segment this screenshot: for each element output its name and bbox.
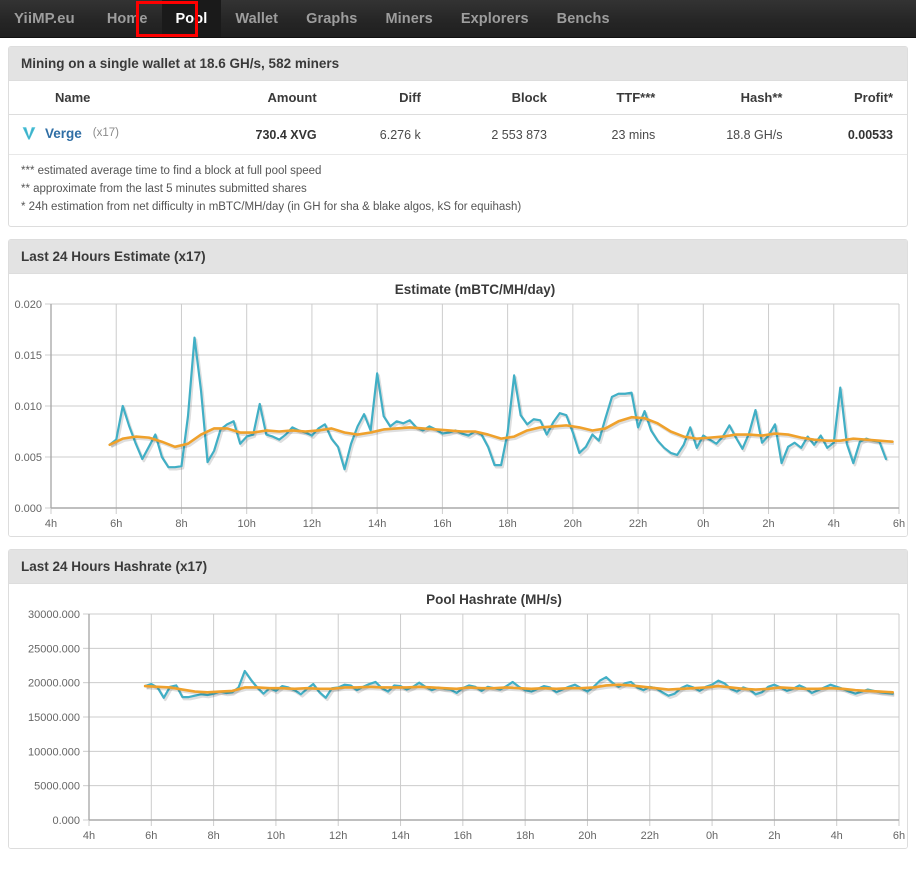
svg-text:0.020: 0.020 — [14, 299, 42, 311]
hashrate-panel-heading: Last 24 Hours Hashrate (x17) — [9, 550, 907, 584]
svg-text:16h: 16h — [454, 830, 472, 842]
svg-text:8h: 8h — [207, 830, 219, 842]
cell-ttf: 23 mins — [561, 115, 669, 155]
svg-text:30000.000: 30000.000 — [28, 609, 80, 621]
svg-text:22h: 22h — [629, 518, 647, 530]
svg-text:14h: 14h — [391, 830, 409, 842]
page-content: Mining on a single wallet at 18.6 GH/s, … — [0, 38, 916, 849]
svg-text:25000.000: 25000.000 — [28, 644, 80, 656]
svg-text:4h: 4h — [828, 518, 840, 530]
svg-text:20000.000: 20000.000 — [28, 678, 80, 690]
coin-algo-label: (x17) — [93, 127, 119, 139]
svg-text:6h: 6h — [893, 518, 905, 530]
nav-item-home[interactable]: Home — [93, 0, 162, 37]
svg-text:14h: 14h — [368, 518, 386, 530]
svg-text:16h: 16h — [433, 518, 451, 530]
svg-text:0h: 0h — [706, 830, 718, 842]
hashrate-chart-panel: Last 24 Hours Hashrate (x17) Pool Hashra… — [8, 549, 908, 849]
svg-text:10000.000: 10000.000 — [28, 747, 80, 759]
estimate-chart-panel: Last 24 Hours Estimate (x17) Estimate (m… — [8, 239, 908, 537]
table-header-row: Name Amount Diff Block TTF*** Hash** Pro… — [9, 81, 907, 115]
svg-text:10h: 10h — [238, 518, 256, 530]
svg-text:12h: 12h — [303, 518, 321, 530]
svg-text:20h: 20h — [578, 830, 596, 842]
svg-text:6h: 6h — [110, 518, 122, 530]
svg-text:20h: 20h — [564, 518, 582, 530]
footnotes-block: *** estimated average time to find a blo… — [9, 155, 907, 226]
svg-text:0.005: 0.005 — [14, 452, 42, 464]
column-header-ttf[interactable]: TTF*** — [561, 81, 669, 115]
svg-text:8h: 8h — [175, 518, 187, 530]
estimate-chart[interactable]: Estimate (mBTC/MH/day) 0.000 0.005 0.010 0.0… — [9, 278, 907, 534]
svg-text:6h: 6h — [893, 830, 905, 842]
svg-text:18h: 18h — [516, 830, 534, 842]
svg-text:4h: 4h — [831, 830, 843, 842]
nav-item-miners[interactable]: Miners — [371, 0, 446, 37]
verge-coin-icon — [21, 125, 37, 141]
coins-table: Name Amount Diff Block TTF*** Hash** Pro… — [9, 81, 907, 155]
svg-text:15000.000: 15000.000 — [28, 712, 80, 724]
coins-table-head: Name Amount Diff Block TTF*** Hash** Pro… — [9, 81, 907, 115]
brand-link[interactable]: YiiMP.eu — [4, 0, 93, 37]
svg-text:0.010: 0.010 — [14, 401, 42, 413]
cell-amount: 730.4 XVG — [196, 115, 331, 155]
estimate-chart-body: Estimate (mBTC/MH/day) 0.000 0.005 0.010 0.0… — [9, 274, 907, 536]
column-header-profit[interactable]: Profit* — [797, 81, 908, 115]
nav-item-pool[interactable]: Pool — [162, 0, 222, 37]
svg-text:0h: 0h — [697, 518, 709, 530]
cell-block: 2 553 873 — [435, 115, 561, 155]
footnote-hash: ** approximate from the last 5 minutes s… — [21, 181, 895, 199]
hashrate-chart-body: Pool Hashrate (MH/s) 0.000 5000.000 10000.0… — [9, 584, 907, 848]
wallet-panel-body: Name Amount Diff Block TTF*** Hash** Pro… — [9, 81, 907, 226]
footnote-profit: * 24h estimation from net difficulty in … — [21, 199, 895, 217]
svg-text:4h: 4h — [83, 830, 95, 842]
svg-text:Pool Hashrate (MH/s): Pool Hashrate (MH/s) — [426, 592, 562, 607]
table-row: Verge (x17) 730.4 XVG 6.276 k 2 553 873 … — [9, 115, 907, 155]
svg-text:22h: 22h — [641, 830, 659, 842]
column-header-amount[interactable]: Amount — [196, 81, 331, 115]
wallet-panel-heading: Mining on a single wallet at 18.6 GH/s, … — [9, 47, 907, 81]
footnote-ttf: *** estimated average time to find a blo… — [21, 163, 895, 181]
coin-link-verge[interactable]: Verge — [45, 126, 82, 141]
column-header-block[interactable]: Block — [435, 81, 561, 115]
svg-text:4h: 4h — [45, 518, 57, 530]
svg-text:0.000: 0.000 — [14, 503, 42, 515]
cell-name: Verge (x17) — [9, 115, 196, 155]
cell-diff: 6.276 k — [331, 115, 435, 155]
svg-text:12h: 12h — [329, 830, 347, 842]
svg-text:2h: 2h — [768, 830, 780, 842]
nav-item-wallet[interactable]: Wallet — [221, 0, 292, 37]
svg-text:0.000: 0.000 — [52, 815, 80, 827]
column-header-hash[interactable]: Hash** — [669, 81, 796, 115]
svg-text:18h: 18h — [498, 518, 516, 530]
nav-item-benchs[interactable]: Benchs — [543, 0, 624, 37]
estimate-panel-heading: Last 24 Hours Estimate (x17) — [9, 240, 907, 274]
column-header-diff[interactable]: Diff — [331, 81, 435, 115]
nav-item-explorers[interactable]: Explorers — [447, 0, 543, 37]
svg-text:6h: 6h — [145, 830, 157, 842]
coins-table-body: Verge (x17) 730.4 XVG 6.276 k 2 553 873 … — [9, 115, 907, 155]
wallet-mining-panel: Mining on a single wallet at 18.6 GH/s, … — [8, 46, 908, 227]
top-navbar: YiiMP.eu Home Pool Wallet Graphs Miners … — [0, 0, 916, 38]
coin-name-group: Verge (x17) — [21, 125, 119, 141]
nav-item-graphs[interactable]: Graphs — [292, 0, 371, 37]
svg-text:Estimate (mBTC/MH/day): Estimate (mBTC/MH/day) — [395, 282, 556, 297]
svg-text:5000.000: 5000.000 — [34, 781, 80, 793]
svg-text:2h: 2h — [762, 518, 774, 530]
column-header-name[interactable]: Name — [9, 81, 196, 115]
cell-profit: 0.00533 — [797, 115, 908, 155]
cell-hash: 18.8 GH/s — [669, 115, 796, 155]
svg-text:0.015: 0.015 — [14, 350, 42, 362]
svg-text:10h: 10h — [267, 830, 285, 842]
hashrate-chart[interactable]: Pool Hashrate (MH/s) 0.000 5000.000 10000.0… — [9, 588, 907, 846]
